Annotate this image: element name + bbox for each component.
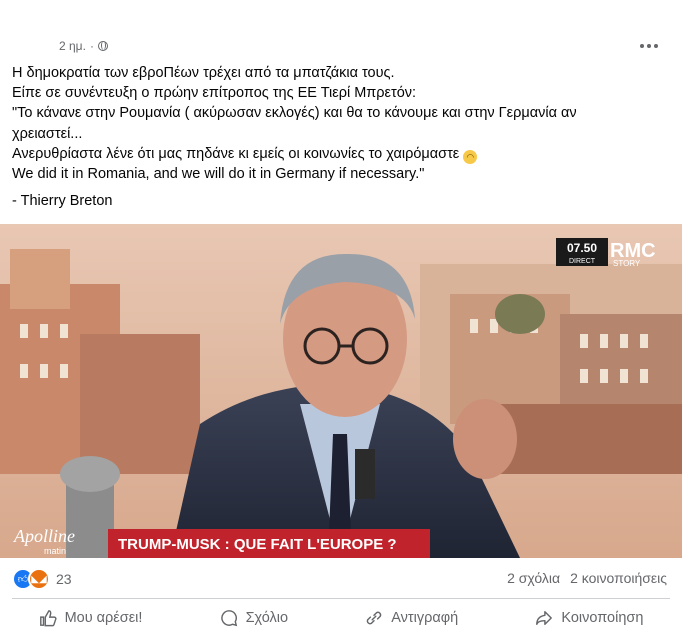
microphone-head — [60, 456, 120, 492]
tree — [495, 294, 545, 334]
sad-face-emoji: ◠ — [463, 149, 478, 164]
share-label: Κοινοποίηση — [561, 610, 644, 626]
post-text: Η δημοκρατία των εβροΠέων τρέχει από τα … — [12, 63, 672, 211]
share-button[interactable]: Κοινοποίηση — [523, 600, 655, 636]
more-dot — [654, 44, 658, 48]
show-sub: matin — [44, 546, 66, 556]
post-line: We did it in Romania, and we will do it … — [12, 166, 425, 183]
like-label: Μου αρέσει! — [64, 610, 143, 626]
reaction-count[interactable]: 23 — [56, 571, 72, 587]
building — [80, 334, 200, 474]
facebook-post: 2 ημ. · Η δημοκρατία των εβροΠέων τρέχει… — [0, 0, 682, 638]
divider — [12, 598, 670, 599]
comment-label: Σχόλιο — [245, 610, 289, 626]
meta-separator: · — [89, 39, 94, 53]
banner-text: TRUMP-MUSK : QUE FAIT L'EUROPE ? — [118, 536, 397, 553]
comment-icon — [220, 610, 237, 627]
more-dot — [647, 44, 651, 48]
channel-sub: STORY — [613, 259, 641, 268]
like-button[interactable]: Μου αρέσει! — [27, 600, 155, 636]
engagement-counts: 2 σχόλια 2 κοινοποιήσεις — [507, 570, 667, 586]
show-name: Apolline — [13, 526, 75, 546]
channel-direct: DIRECT — [569, 258, 596, 265]
reaction-stats: 👍︎ ◣◢ 23 2 σχόλια 2 κοινοποιήσεις — [0, 558, 682, 598]
post-line: χρειαστεί... — [12, 125, 83, 142]
more-horizontal-icon — [640, 44, 644, 48]
speaker-hand — [453, 399, 517, 479]
link-icon — [366, 611, 382, 625]
post-header: 2 ημ. · — [0, 34, 682, 58]
angry-icon: ◣◢ — [28, 568, 50, 590]
post-signature: - Thierry Breton — [12, 193, 113, 210]
channel-time: 07.50 — [567, 241, 597, 255]
building — [10, 249, 70, 309]
copy-label: Αντιγραφή — [391, 610, 459, 626]
video-thumbnail: 07.50 DIRECT RMC STORY Apolline matin TR… — [0, 224, 682, 558]
comments-count[interactable]: 2 σχόλια — [507, 570, 560, 586]
lapel-mic — [355, 449, 375, 499]
share-icon — [536, 610, 553, 626]
copy-button[interactable]: Αντιγραφή — [353, 600, 470, 636]
post-meta: 2 ημ. · — [59, 39, 108, 53]
globe-icon — [97, 41, 108, 51]
more-options-button[interactable] — [634, 31, 664, 61]
post-line: Ανερυθρίαστα λένε ότι μας πηδάνε κι εμεί… — [12, 145, 460, 162]
shares-count[interactable]: 2 κοινοποιήσεις — [570, 570, 667, 586]
post-line: Η δημοκρατία των εβροΠέων τρέχει από τα … — [12, 65, 395, 81]
reaction-summary[interactable]: 👍︎ ◣◢ 23 — [12, 568, 72, 590]
video-frame[interactable]: 07.50 DIRECT RMC STORY Apolline matin TR… — [0, 224, 682, 558]
post-line: "Το κάνανε στην Ρουμανία ( ακύρωσαν εκλο… — [12, 105, 577, 122]
post-line: Είπε σε συνέντευξη ο πρώην επίτροπος της… — [12, 85, 417, 102]
action-bar: Μου αρέσει! Σχόλιο Αντιγραφή Κοινοποίηση — [0, 600, 682, 636]
comment-button[interactable]: Σχόλιο — [208, 600, 301, 636]
post-timestamp[interactable]: 2 ημ. — [59, 39, 86, 53]
thumbs-up-icon — [39, 610, 57, 627]
post-line-with-emoji: Ανερυθρίαστα λένε ότι μας πηδάνε κι εμεί… — [12, 144, 672, 164]
